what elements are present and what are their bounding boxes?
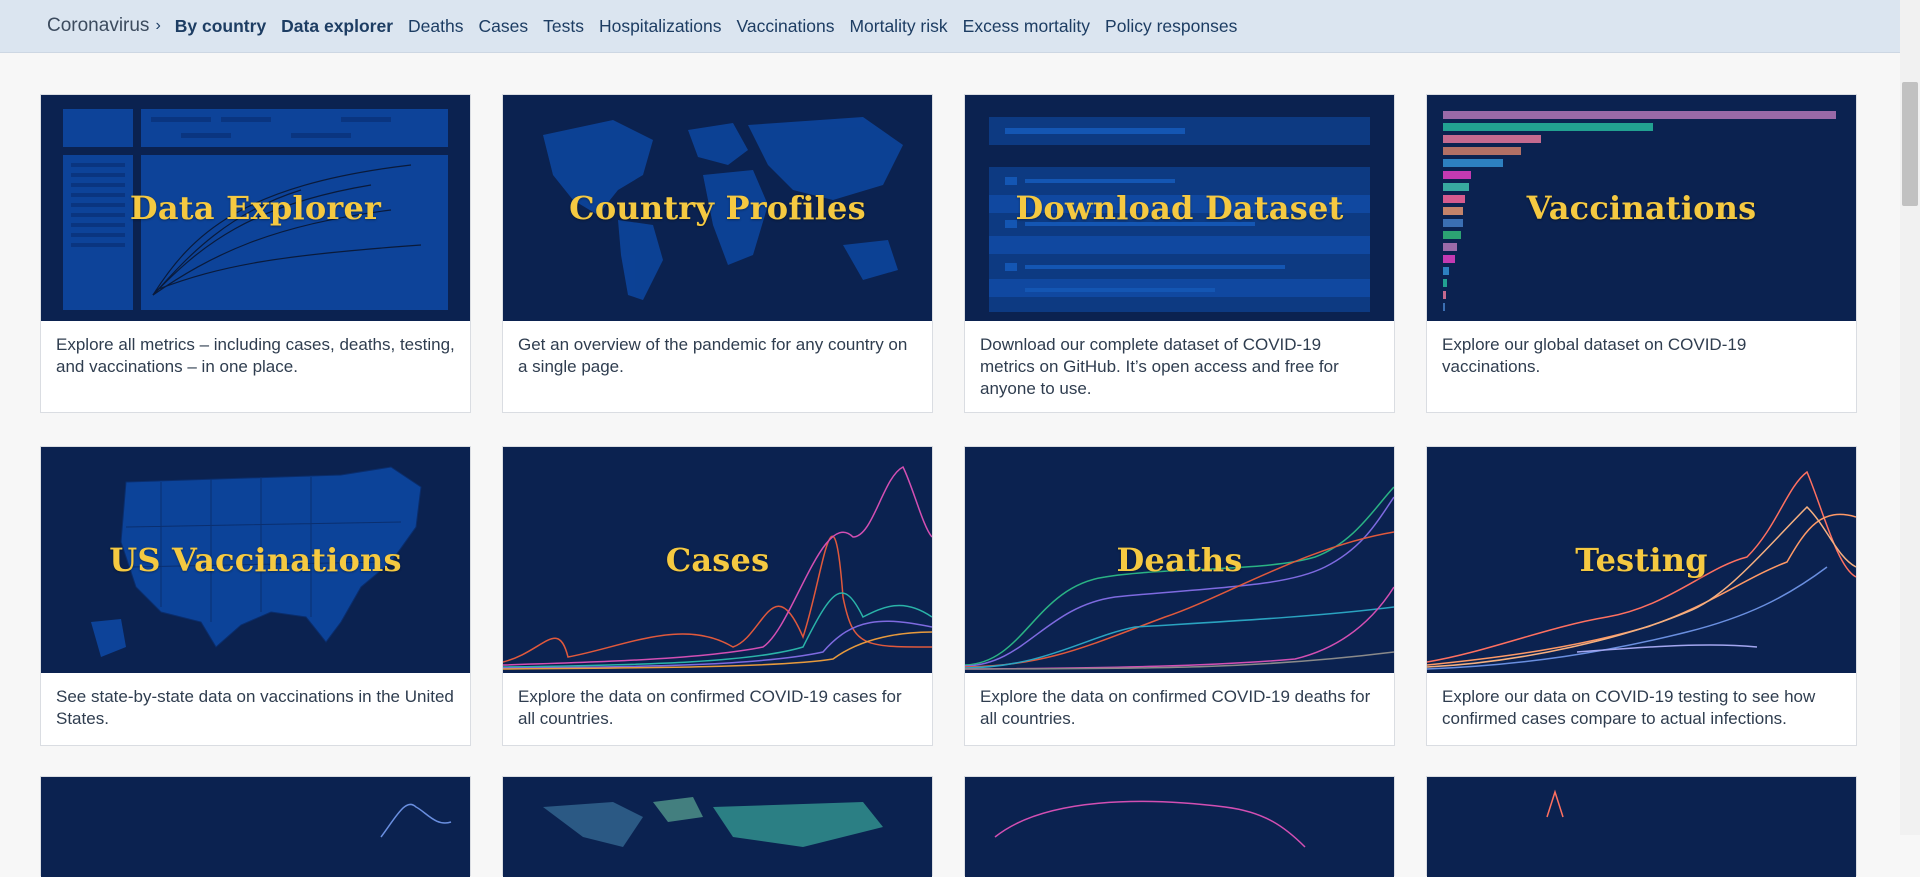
card-data-explorer[interactable]: Data Explorer Explore all metrics – incl… bbox=[40, 94, 471, 413]
card-title: Country Profiles bbox=[569, 189, 866, 227]
card-deaths[interactable]: Deaths Explore the data on confirmed COV… bbox=[964, 446, 1395, 746]
card-title: Vaccinations bbox=[1526, 189, 1757, 227]
card-description: See state-by-state data on vaccinations … bbox=[56, 687, 454, 728]
card-title: Testing bbox=[1575, 541, 1708, 579]
card-testing[interactable]: Testing Explore our data on COVID-19 tes… bbox=[1426, 446, 1857, 746]
card-partial-4[interactable] bbox=[1426, 776, 1857, 877]
card-thumbnail: US Vaccinations bbox=[41, 447, 470, 673]
card-description: Get an overview of the pandemic for any … bbox=[518, 335, 908, 376]
card-title: Deaths bbox=[1116, 541, 1243, 579]
card-vaccinations[interactable]: Vaccinations Explore our global dataset … bbox=[1426, 94, 1857, 413]
card-thumbnail: Country Profiles bbox=[503, 95, 932, 321]
line-illustration bbox=[994, 800, 1306, 848]
card-us-vaccinations[interactable]: US Vaccinations See state-by-state data … bbox=[40, 446, 471, 746]
card-partial-2[interactable] bbox=[502, 776, 933, 877]
card-thumbnail bbox=[41, 777, 470, 877]
scrollbar-thumb[interactable] bbox=[1902, 82, 1918, 206]
card-thumbnail: Deaths bbox=[965, 447, 1394, 673]
nav-link-cases[interactable]: Cases bbox=[478, 16, 528, 37]
nav-link-policy-responses[interactable]: Policy responses bbox=[1105, 16, 1237, 37]
card-thumbnail bbox=[1427, 777, 1856, 877]
nav-link-by-country[interactable]: By country bbox=[175, 16, 266, 37]
card-thumbnail: Download Dataset bbox=[965, 95, 1394, 321]
card-partial-3[interactable] bbox=[964, 776, 1395, 877]
card-thumbnail: Testing bbox=[1427, 447, 1856, 673]
card-description: Explore our data on COVID-19 testing to … bbox=[1442, 687, 1816, 728]
nav-link-deaths[interactable]: Deaths bbox=[408, 16, 463, 37]
card-description: Explore the data on confirmed COVID-19 d… bbox=[980, 687, 1371, 728]
card-thumbnail bbox=[503, 777, 932, 877]
card-cases[interactable]: Cases Explore the data on confirmed COVI… bbox=[502, 446, 933, 746]
nav-link-vaccinations[interactable]: Vaccinations bbox=[737, 16, 835, 37]
card-partial-1[interactable] bbox=[40, 776, 471, 877]
line-illustration bbox=[380, 803, 452, 838]
card-thumbnail: Vaccinations bbox=[1427, 95, 1856, 321]
card-description: Download our complete dataset of COVID-1… bbox=[980, 335, 1339, 398]
breadcrumb[interactable]: Coronavirus › bbox=[47, 15, 161, 37]
chevron-right-icon: › bbox=[155, 17, 161, 34]
breadcrumb-label[interactable]: Coronavirus bbox=[47, 15, 149, 37]
card-thumbnail: Data Explorer bbox=[41, 95, 470, 321]
card-thumbnail: Cases bbox=[503, 447, 932, 673]
card-title: US Vaccinations bbox=[109, 541, 402, 579]
card-description: Explore all metrics – including cases, d… bbox=[56, 335, 455, 376]
card-thumbnail bbox=[965, 777, 1394, 877]
card-title: Data Explorer bbox=[129, 189, 382, 227]
card-country-profiles[interactable]: Country Profiles Get an overview of the … bbox=[502, 94, 933, 413]
nav-link-mortality-risk[interactable]: Mortality risk bbox=[849, 16, 947, 37]
card-download-dataset[interactable]: Download Dataset Download our complete d… bbox=[964, 94, 1395, 413]
card-description: Explore the data on confirmed COVID-19 c… bbox=[518, 687, 902, 728]
line-illustration bbox=[1546, 789, 1564, 818]
card-description: Explore our global dataset on COVID-19 v… bbox=[1442, 335, 1747, 376]
card-title: Download Dataset bbox=[1015, 189, 1344, 227]
top-navigation: Coronavirus › By country Data explorer D… bbox=[0, 0, 1900, 53]
card-title: Cases bbox=[665, 541, 770, 579]
nav-link-data-explorer[interactable]: Data explorer bbox=[281, 16, 393, 37]
nav-link-hospitalizations[interactable]: Hospitalizations bbox=[599, 16, 722, 37]
world-map-illustration bbox=[543, 797, 883, 847]
nav-link-excess-mortality[interactable]: Excess mortality bbox=[963, 16, 1090, 37]
nav-link-tests[interactable]: Tests bbox=[543, 16, 584, 37]
